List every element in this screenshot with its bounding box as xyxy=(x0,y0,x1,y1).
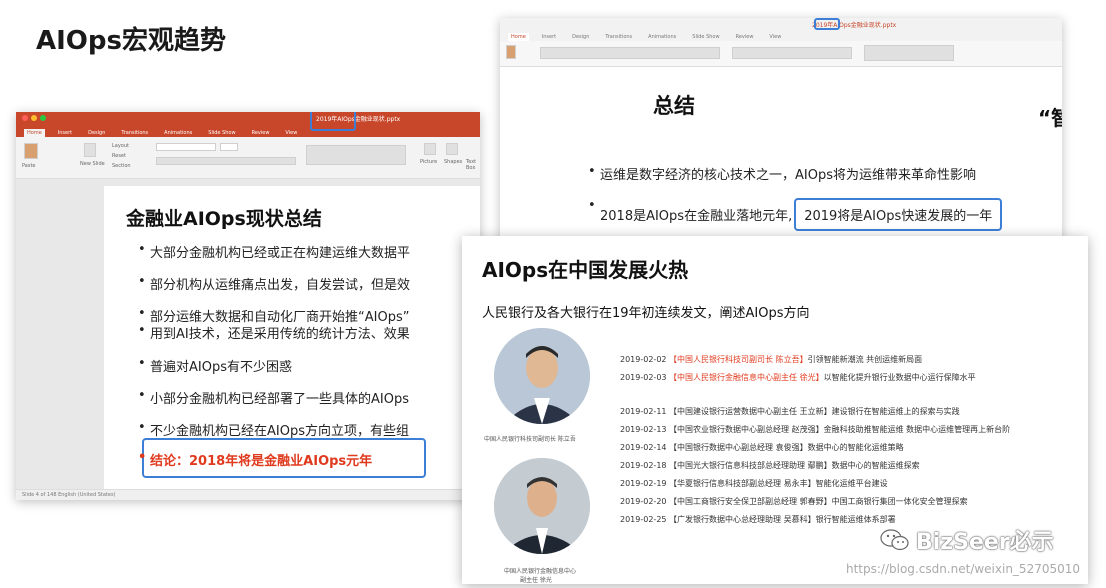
picture-icon[interactable] xyxy=(424,143,436,155)
insert-buttons[interactable] xyxy=(864,45,954,61)
shapes-button[interactable]: Shapes xyxy=(444,159,462,165)
tab-review[interactable]: Review xyxy=(249,129,273,137)
section-button[interactable]: Section xyxy=(112,163,131,169)
slide-bullet: 运维是数字经济的核心技术之一，AIOps将为运维带来革命性影响 xyxy=(588,164,976,183)
ribbon-tabs: Home Insert Design Transitions Animation… xyxy=(500,30,1062,41)
photo-caption: 中国人民银行金融信息中心 xyxy=(504,568,577,575)
slide[interactable]: 总结 “智 运维是数字经济的核心技术之一，AIOps将为运维带来革命性影响 20… xyxy=(510,72,1062,244)
powerpoint-window-right[interactable]: 2019年AIOps金融业现状.pptx Home Insert Design … xyxy=(500,18,1062,244)
timeline-item: 2019-02-18 【中国光大银行信息科技部总经理助理 鄢鹏】数据中心的智能运… xyxy=(620,461,920,470)
tab-review[interactable]: Review xyxy=(733,33,757,41)
person-icon xyxy=(494,328,590,424)
status-text: Slide 4 of 148 English (United States) xyxy=(22,492,116,498)
title-highlight-box xyxy=(310,112,356,131)
ribbon: Paste New Slide Layout Reset Section Pic… xyxy=(16,137,480,179)
slide-bullet-continuation: 用到AI技术，还是采用传统的统计方法、效果 xyxy=(138,323,410,342)
ribbon-tabs: Home Insert Design Transitions Animation… xyxy=(16,126,480,137)
source-url-watermark: https://blog.csdn.net/weixin_52705010 xyxy=(846,562,1081,576)
slide-conclusion: 结论：2018年将是金融业AIOps元年 xyxy=(138,450,372,469)
font-name-select[interactable] xyxy=(156,143,216,151)
tab-transitions[interactable]: Transitions xyxy=(602,33,635,41)
slide-bullet: 大部分金融机构已经或正在构建运维大数据平 xyxy=(138,242,410,261)
format-buttons[interactable] xyxy=(540,47,720,59)
portrait-photo xyxy=(494,458,590,554)
text-box-button[interactable]: Text Box xyxy=(466,159,480,171)
ribbon xyxy=(500,41,1062,67)
close-icon[interactable] xyxy=(22,115,28,121)
reset-button[interactable]: Reset xyxy=(112,153,126,159)
bullet-prefix: 2018是AIOps在金融业落地元年, xyxy=(600,209,793,224)
tab-slide-show[interactable]: Slide Show xyxy=(689,33,722,41)
brand-name: BizSeer必示 xyxy=(916,530,1054,555)
window-titlebar[interactable]: 2019年AIOps金融业现状.pptx xyxy=(16,112,480,126)
shapes-icon[interactable] xyxy=(446,143,458,155)
highlighted-phrase: 2019将是AIOps快速发展的一年 xyxy=(794,198,1003,231)
tab-animations[interactable]: Animations xyxy=(161,129,195,137)
slide-title: 金融业AIOps现状总结 xyxy=(126,208,322,230)
timeline-item: 2019-02-02 【中国人民银行科技司副司长 陈立吾】引领智能新潮流 共创运… xyxy=(620,355,923,364)
font-size-select[interactable] xyxy=(220,143,238,151)
person-icon xyxy=(494,458,590,554)
slide-subtitle: 人民银行及各大银行在19年初连续发文，阐述AIOps方向 xyxy=(482,306,810,321)
page-title: AIOps宏观趋势 xyxy=(36,26,226,56)
tab-insert[interactable]: Insert xyxy=(55,129,75,137)
slide-quote-fragment: “智 xyxy=(1038,106,1062,130)
paste-icon[interactable] xyxy=(24,143,38,159)
tab-design[interactable]: Design xyxy=(85,129,108,137)
timeline-item: 2019-02-11 【中国建设银行运营数据中心副主任 王立新】建设银行在智能运… xyxy=(620,407,960,416)
slide-bullet: 小部分金融机构已经部署了一些具体的AIOps xyxy=(138,388,409,407)
slide-bullet: 不少金融机构已经在AIOps方向立项，有些组 xyxy=(138,420,409,439)
paragraph-buttons[interactable] xyxy=(732,47,852,59)
format-buttons[interactable] xyxy=(156,157,296,165)
slide[interactable]: 金融业AIOps现状总结 大部分金融机构已经或正在构建运维大数据平 部分机构从运… xyxy=(104,186,480,489)
photo-caption: 副主任 徐光 xyxy=(520,577,552,584)
timeline-item: 2019-02-13 【中国农业银行数据中心副总经理 赵茂强】金融科技助推智能运… xyxy=(620,425,1011,434)
tab-view[interactable]: View xyxy=(766,33,784,41)
new-slide-icon[interactable] xyxy=(84,143,96,157)
picture-button[interactable]: Picture xyxy=(420,159,437,165)
slide-bullet: 部分机构从运维痛点出发，自发尝试，但是效 xyxy=(138,274,410,293)
tab-animations[interactable]: Animations xyxy=(645,33,679,41)
powerpoint-window-left[interactable]: 2019年AIOps金融业现状.pptx Home Insert Design … xyxy=(16,112,480,500)
timeline-item: 2019-02-14 【中国银行数据中心副总经理 袁俊强】数据中心的智能化运维策… xyxy=(620,443,904,452)
timeline-item: 2019-02-19 【华夏银行信息科技部副总经理 易永丰】智能化运维平台建设 xyxy=(620,479,888,488)
portrait-photo xyxy=(494,328,590,424)
slide-canvas[interactable]: 金融业AIOps现状总结 大部分金融机构已经或正在构建运维大数据平 部分机构从运… xyxy=(16,179,480,489)
tab-transitions[interactable]: Transitions xyxy=(118,129,151,137)
window-titlebar[interactable]: 2019年AIOps金融业现状.pptx xyxy=(500,18,1062,30)
paste-button[interactable]: Paste xyxy=(22,163,36,169)
tab-design[interactable]: Design xyxy=(569,33,592,41)
paragraph-buttons[interactable] xyxy=(306,145,406,165)
slide-title: 总结 xyxy=(653,94,695,118)
slide-bullet: 普遍对AIOps有不少困惑 xyxy=(138,356,292,375)
new-slide-button[interactable]: New Slide xyxy=(80,161,105,167)
tab-view[interactable]: View xyxy=(282,129,300,137)
brand-watermark: BizSeer必示 xyxy=(880,524,1054,556)
tab-home[interactable]: Home xyxy=(24,129,45,137)
slide-bullet: 2018是AIOps在金融业落地元年,2019将是AIOps快速发展的一年 xyxy=(588,198,1003,231)
maximize-icon[interactable] xyxy=(40,115,46,121)
wechat-icon xyxy=(880,529,909,551)
slide-title: AIOps在中国发展火热 xyxy=(482,258,689,282)
status-bar: Slide 4 of 148 English (United States) xyxy=(16,489,480,500)
paste-icon[interactable] xyxy=(506,45,516,59)
timeline-item: 2019-02-25 【广发银行数据中心总经理助理 吴慕科】银行智能运维体系部署 xyxy=(620,515,896,524)
tab-insert[interactable]: Insert xyxy=(539,33,559,41)
minimize-icon[interactable] xyxy=(31,115,37,121)
timeline-item: 2019-02-03 【中国人民银行金融信息中心副主任 徐光】以智能化提升银行业… xyxy=(620,373,976,382)
tab-slide-show[interactable]: Slide Show xyxy=(205,129,238,137)
title-highlight-box xyxy=(814,18,840,30)
timeline-item: 2019-02-20 【中国工商银行安全保卫部副总经理 郭春野】中国工商银行集团… xyxy=(620,497,968,506)
tab-home[interactable]: Home xyxy=(508,33,529,41)
layout-button[interactable]: Layout xyxy=(112,143,129,149)
photo-caption: 中国人民银行科技司副司长 陈立吾 xyxy=(484,436,576,443)
